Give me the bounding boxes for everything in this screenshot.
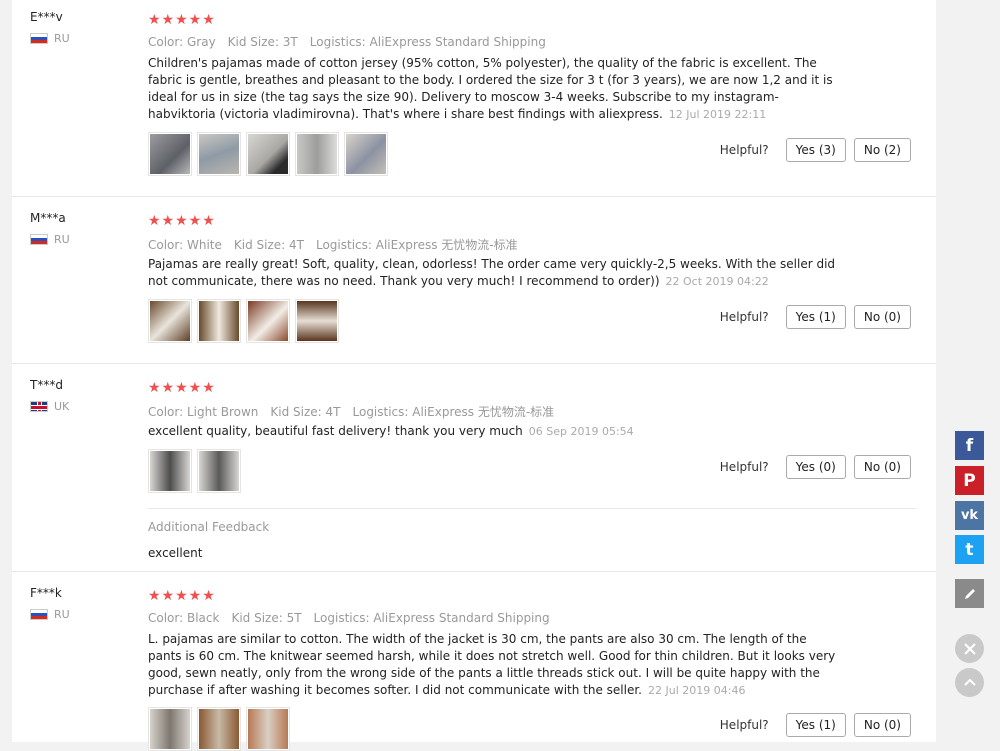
pinterest-share-button[interactable]: P — [955, 466, 984, 495]
attr-color: Color: Black — [148, 611, 220, 625]
helpful-label: Helpful? — [719, 460, 769, 474]
review-photo[interactable] — [197, 132, 241, 176]
helpful-label: Helpful? — [719, 718, 769, 732]
review-photo[interactable] — [197, 707, 241, 751]
reviewer-country: RU — [30, 32, 70, 45]
additional-feedback-text: excellent — [148, 546, 203, 560]
reviewer-country: RU — [30, 233, 70, 246]
review-photo[interactable] — [295, 132, 339, 176]
helpful-label: Helpful? — [719, 310, 769, 324]
facebook-share-button[interactable]: f — [955, 431, 984, 460]
additional-feedback-divider — [148, 508, 916, 509]
review-date: 12 Jul 2019 22:11 — [668, 108, 767, 121]
helpful-label: Helpful? — [719, 143, 769, 157]
vk-share-button[interactable]: vk — [955, 501, 984, 530]
reviewer-name: F***k — [30, 586, 62, 600]
review-photo[interactable] — [246, 707, 290, 751]
review-photo[interactable] — [148, 299, 192, 343]
review-photos — [148, 707, 290, 751]
close-share-button[interactable] — [955, 634, 984, 663]
pencil-icon — [964, 588, 975, 599]
review-photos — [148, 132, 388, 176]
facebook-icon: f — [965, 435, 974, 456]
review-divider — [12, 196, 936, 197]
reviews-panel: E***v RU ★★★★★ Color: Gray Kid Size: 3T Lo… — [12, 0, 936, 751]
review-attributes: Color: Black Kid Size: 5T Logistics: AliEx… — [148, 611, 562, 625]
attr-logistics: Logistics: AliExpress Standard Shipping — [313, 611, 550, 625]
attr-color: Color: White — [148, 238, 222, 252]
helpful-no-button[interactable]: No (0) — [853, 713, 911, 737]
review-text: L. pajamas are similar to cotton. The wi… — [148, 632, 836, 697]
attr-logistics: Logistics: AliExpress 无忧物流-标准 — [315, 238, 518, 252]
helpful-vote: Helpful? Yes (1) No (0) — [720, 713, 911, 737]
review-photo[interactable] — [148, 707, 192, 751]
review-divider — [12, 363, 936, 364]
review-date: 22 Jul 2019 04:46 — [648, 684, 746, 697]
flag-uk-icon — [30, 401, 48, 412]
review-photo[interactable] — [344, 132, 388, 176]
helpful-no-button[interactable]: No (0) — [853, 305, 911, 329]
helpful-no-button[interactable]: No (0) — [853, 455, 911, 479]
additional-feedback-label: Additional Feedback — [148, 520, 270, 534]
review-photo[interactable] — [197, 299, 241, 343]
review-photos — [148, 299, 339, 343]
review-text: Children's pajamas made of cotton jersey… — [148, 56, 833, 121]
review-text: Pajamas are really great! Soft, quality,… — [148, 257, 836, 288]
close-icon — [963, 642, 976, 655]
helpful-vote: Helpful? Yes (0) No (0) — [720, 455, 911, 479]
flag-ru-icon — [30, 234, 48, 245]
attr-logistics: Logistics: AliExpress 无忧物流-标准 — [352, 405, 555, 419]
attr-color: Color: Gray — [148, 35, 216, 49]
review-photo[interactable] — [246, 132, 290, 176]
review-photo[interactable] — [197, 449, 241, 493]
helpful-yes-button[interactable]: Yes (3) — [785, 138, 846, 162]
review-photo[interactable] — [148, 449, 192, 493]
edit-button[interactable] — [955, 579, 984, 608]
pinterest-icon: P — [963, 470, 976, 491]
twitter-icon: t — [965, 539, 974, 560]
review-text: excellent quality, beautiful fast delive… — [148, 424, 634, 438]
helpful-yes-button[interactable]: Yes (0) — [785, 455, 846, 479]
review-photo[interactable] — [148, 132, 192, 176]
rating-stars: ★★★★★ — [148, 380, 216, 396]
chevron-up-icon — [963, 678, 976, 686]
review-divider — [12, 571, 936, 572]
review-date: 22 Oct 2019 04:22 — [665, 275, 769, 288]
review-attributes: Color: White Kid Size: 4T Logistics: AliEx… — [148, 236, 530, 253]
attr-kid-size: Kid Size: 4T — [233, 238, 304, 252]
review-photos — [148, 449, 241, 493]
review-photo[interactable] — [246, 299, 290, 343]
reviewer-country: RU — [30, 608, 70, 621]
attr-kid-size: Kid Size: 3T — [227, 35, 298, 49]
review-attributes: Color: Gray Kid Size: 3T Logistics: AliExp… — [148, 35, 558, 49]
twitter-share-button[interactable]: t — [955, 535, 984, 564]
review-photo[interactable] — [295, 299, 339, 343]
rating-stars: ★★★★★ — [148, 588, 216, 604]
flag-ru-icon — [30, 33, 48, 44]
reviewer-name: E***v — [30, 10, 63, 24]
helpful-yes-button[interactable]: Yes (1) — [785, 305, 846, 329]
attr-kid-size: Kid Size: 4T — [270, 405, 341, 419]
attr-logistics: Logistics: AliExpress Standard Shipping — [309, 35, 546, 49]
vk-icon: vk — [960, 508, 979, 523]
attr-color: Color: Light Brown — [148, 405, 259, 419]
rating-stars: ★★★★★ — [148, 213, 216, 229]
rating-stars: ★★★★★ — [148, 12, 216, 28]
reviewer-name: M***a — [30, 211, 66, 225]
helpful-no-button[interactable]: No (2) — [853, 138, 911, 162]
reviewer-name: T***d — [30, 378, 63, 392]
review-date: 06 Sep 2019 05:54 — [528, 425, 634, 438]
helpful-vote: Helpful? Yes (1) No (0) — [720, 305, 911, 329]
reviewer-country: UK — [30, 400, 69, 413]
review-attributes: Color: Light Brown Kid Size: 4T Logistics:… — [148, 403, 566, 420]
flag-ru-icon — [30, 609, 48, 620]
scroll-top-button[interactable] — [955, 668, 984, 697]
attr-kid-size: Kid Size: 5T — [231, 611, 302, 625]
helpful-yes-button[interactable]: Yes (1) — [785, 713, 846, 737]
helpful-vote: Helpful? Yes (3) No (2) — [720, 138, 911, 162]
